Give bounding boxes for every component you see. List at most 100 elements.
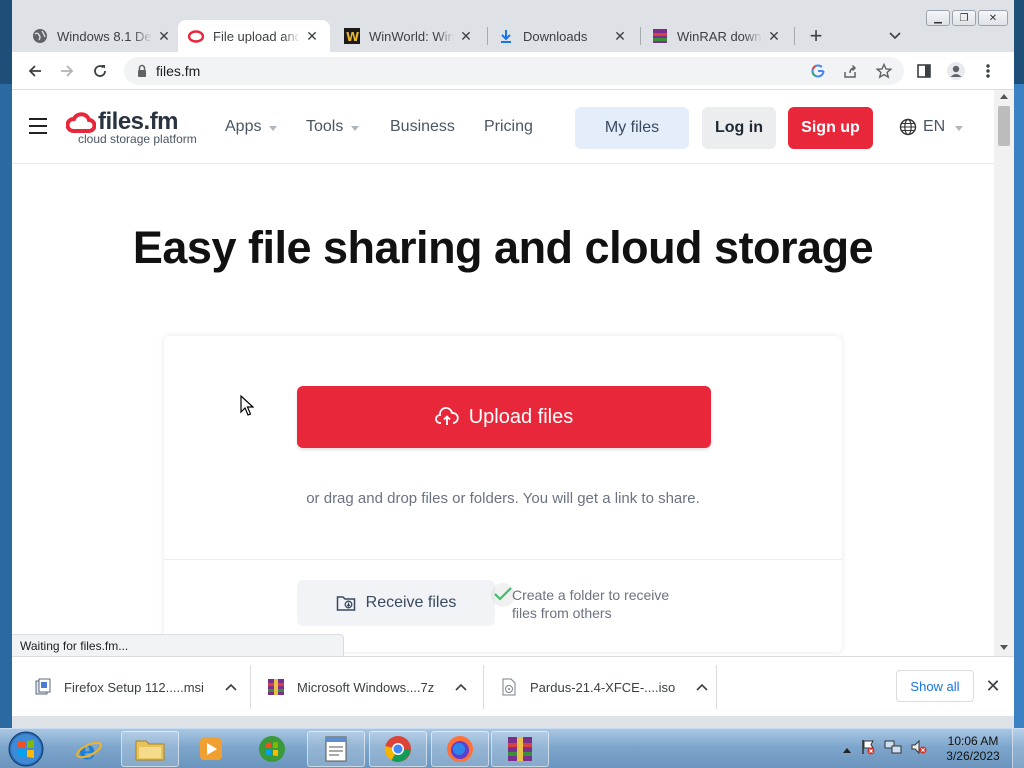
close-tab-icon[interactable]: ✕ [458, 28, 474, 44]
system-clock[interactable]: 10:06 AM 3/26/2023 [940, 734, 1006, 764]
start-button[interactable] [6, 730, 46, 768]
notepad-icon[interactable] [307, 731, 365, 767]
download-item[interactable]: Pardus-21.4-XFCE-....iso [500, 657, 709, 717]
download-item[interactable]: Microsoft Windows....7z [267, 657, 468, 717]
winworld-icon: W [344, 28, 360, 44]
bookmark-star-icon[interactable] [874, 61, 894, 81]
clock-time: 10:06 AM [947, 734, 999, 748]
chevron-down-icon[interactable] [884, 25, 906, 47]
lock-icon[interactable] [134, 63, 150, 79]
svg-text:e: e [79, 736, 96, 764]
tab-title: WinWorld: Windows [369, 28, 454, 44]
tab-separator [794, 27, 795, 45]
download-separator [483, 665, 484, 709]
url-text[interactable]: files.fm [156, 63, 200, 79]
tab-winworld[interactable]: W WinWorld: Windows ✕ [334, 20, 484, 52]
cloud-logo-icon [66, 112, 96, 133]
close-tab-icon[interactable]: ✕ [612, 28, 628, 44]
media-center-icon[interactable] [243, 731, 301, 767]
tab-downloads[interactable]: Downloads ✕ [488, 20, 638, 52]
reload-icon[interactable] [88, 59, 112, 83]
msi-installer-icon [34, 678, 52, 696]
receive-files-button[interactable]: Receive files [297, 580, 495, 626]
log-in-button[interactable]: Log in [702, 107, 776, 149]
new-tab-button[interactable]: + [804, 23, 828, 48]
nav-label: Apps [225, 118, 262, 135]
globe-icon [32, 28, 48, 44]
chevron-up-icon[interactable] [454, 680, 468, 694]
download-item[interactable]: Firefox Setup 112.....msi [34, 657, 238, 717]
filesfm-icon [188, 28, 204, 44]
show-desktop-button[interactable] [1012, 729, 1024, 768]
network-icon[interactable] [884, 739, 902, 760]
nav-tools[interactable]: Tools [306, 118, 360, 136]
firefox-icon[interactable] [431, 731, 489, 767]
tab-winrar[interactable]: WinRAR download ✕ [642, 20, 792, 52]
profile-avatar-icon[interactable] [944, 59, 968, 83]
action-center-flag-icon[interactable] [860, 739, 876, 760]
forward-arrow-icon[interactable] [55, 59, 79, 83]
system-tray [842, 739, 928, 760]
receive-hint-text: Create a folder to receive files from ot… [512, 587, 670, 621]
chrome-icon[interactable] [369, 731, 427, 767]
desktop-background-right [1014, 84, 1024, 728]
window-controls: ▁ ❐ ✕ [926, 10, 1008, 26]
side-panel-icon[interactable] [912, 59, 936, 83]
sign-up-button[interactable]: Sign up [788, 107, 873, 149]
tab-title: WinRAR download [677, 28, 762, 44]
close-window-button[interactable]: ✕ [978, 10, 1008, 26]
upload-files-button[interactable]: Upload files [297, 386, 711, 448]
my-files-button[interactable]: My files [575, 107, 689, 149]
download-icon [498, 28, 514, 44]
winrar-icon[interactable] [491, 731, 549, 767]
filesfm-logo[interactable]: files.fm cloud storage platform [66, 108, 206, 148]
language-code: EN [923, 118, 946, 135]
scroll-down-arrow-icon[interactable] [1000, 645, 1008, 650]
caret-down-icon [955, 125, 964, 131]
page-scrollbar[interactable] [994, 90, 1014, 656]
nav-apps[interactable]: Apps [225, 118, 278, 136]
address-bar[interactable]: files.fm [124, 57, 904, 85]
restore-button[interactable]: ❐ [952, 10, 976, 26]
chevron-up-icon[interactable] [224, 680, 238, 694]
svg-text:W: W [346, 30, 359, 44]
nav-label: Business [390, 118, 455, 135]
internet-explorer-icon[interactable]: e [60, 731, 118, 767]
language-selector[interactable]: EN [899, 118, 964, 136]
tab-files-fm[interactable]: File upload and share ✕ [178, 20, 330, 52]
share-icon[interactable] [840, 61, 860, 81]
download-filename: Pardus-21.4-XFCE-....iso [530, 679, 676, 695]
cloud-upload-icon [434, 407, 459, 425]
hamburger-menu-icon[interactable] [29, 118, 47, 134]
scroll-up-arrow-icon[interactable] [1000, 94, 1008, 99]
nav-label: Tools [306, 118, 344, 135]
show-all-downloads-button[interactable]: Show all [896, 670, 974, 702]
show-hidden-icons-arrow-icon[interactable] [842, 741, 852, 759]
upload-label: Upload files [468, 405, 574, 428]
chrome-window: Windows 8.1 Defender ✕ File upload and s… [12, 0, 1014, 728]
folder-download-icon [336, 596, 355, 611]
nav-pricing[interactable]: Pricing [484, 118, 533, 136]
back-arrow-icon[interactable] [23, 59, 47, 83]
minimize-button[interactable]: ▁ [926, 10, 950, 26]
browser-toolbar: files.fm [12, 52, 1014, 90]
file-explorer-icon[interactable] [121, 731, 179, 767]
close-tab-icon[interactable]: ✕ [156, 28, 172, 44]
close-tab-icon[interactable]: ✕ [304, 28, 320, 44]
more-menu-icon[interactable] [976, 59, 1000, 83]
chevron-up-icon[interactable] [695, 680, 709, 694]
volume-muted-icon[interactable] [910, 739, 928, 760]
caret-down-icon [269, 125, 278, 131]
logo-tagline: cloud storage platform [78, 132, 197, 146]
scrollbar-thumb[interactable] [998, 106, 1010, 146]
mouse-cursor-icon [240, 395, 254, 416]
google-icon[interactable] [808, 61, 828, 81]
close-tab-icon[interactable]: ✕ [766, 28, 782, 44]
nav-label: Pricing [484, 118, 533, 135]
nav-business[interactable]: Business [390, 118, 455, 136]
close-download-shelf-icon[interactable]: ✕ [982, 675, 1004, 697]
download-filename: Microsoft Windows....7z [297, 679, 435, 695]
media-player-icon[interactable] [182, 731, 240, 767]
tab-windows-defender[interactable]: Windows 8.1 Defender ✕ [22, 20, 182, 52]
tab-separator [640, 27, 641, 45]
